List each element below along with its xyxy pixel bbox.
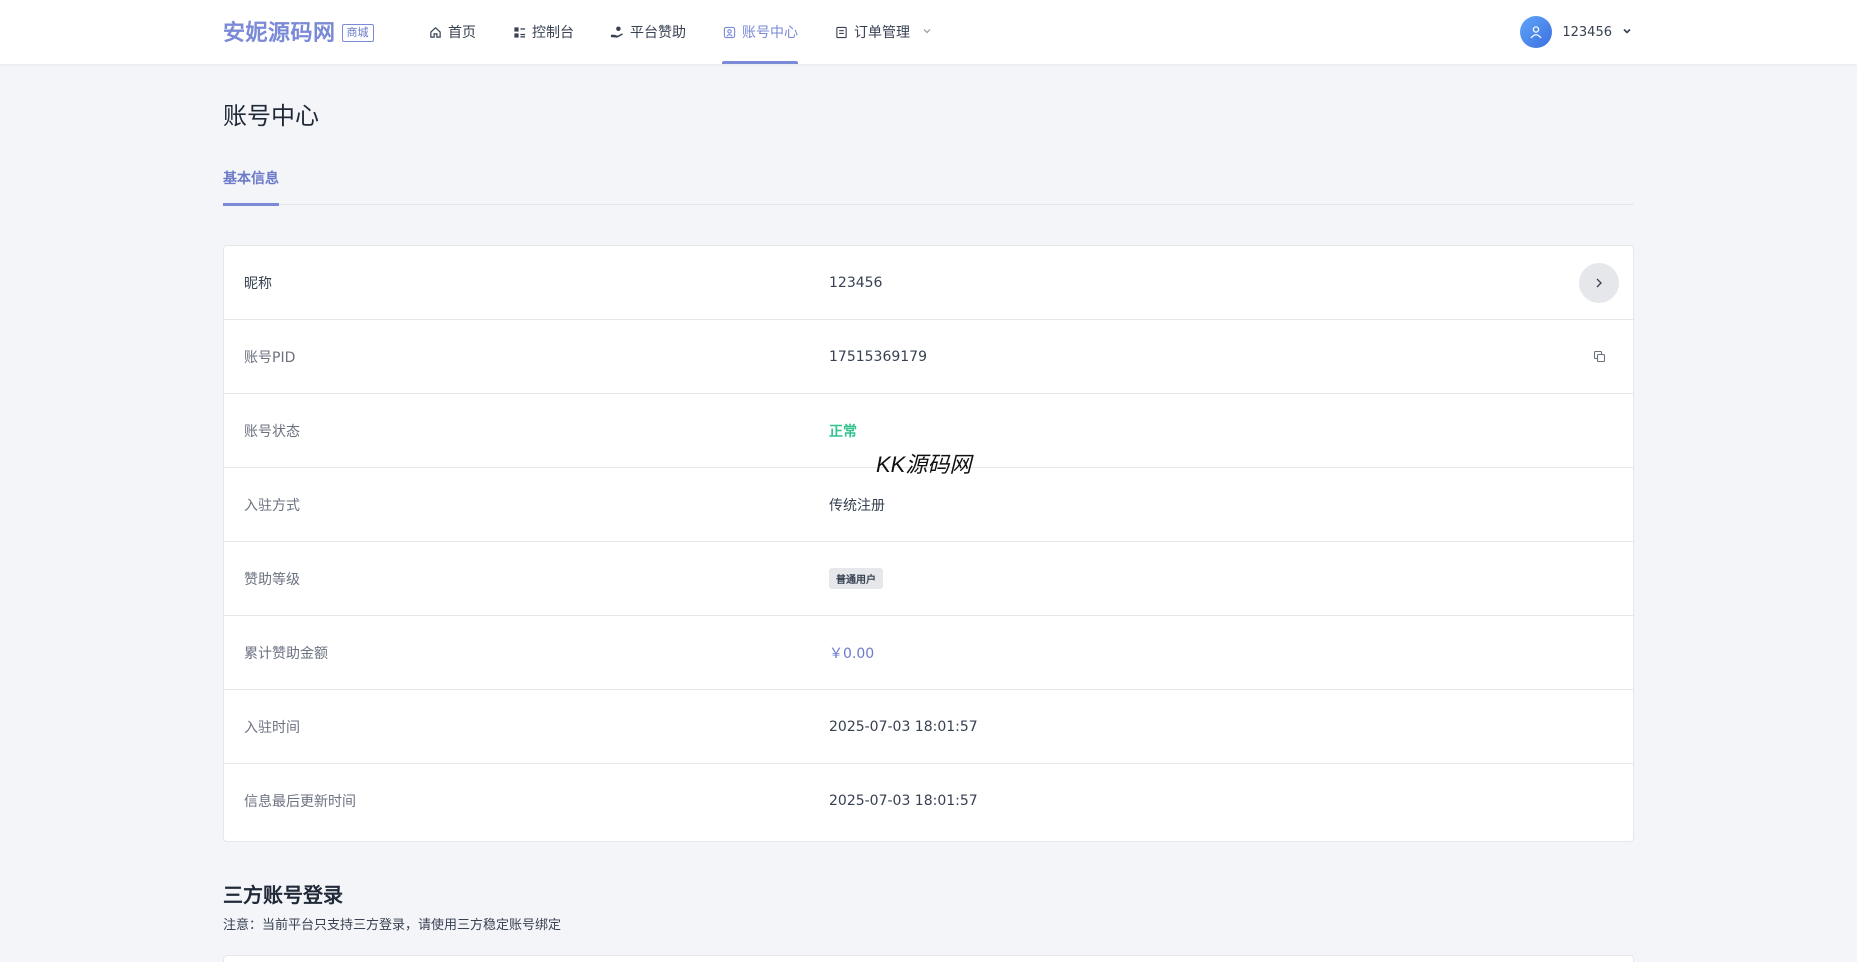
chevron-down-icon — [922, 26, 932, 39]
row-value: 传统注册 — [829, 497, 885, 514]
account-info-card: 昵称 123456 账号PID 17515369179 账号状态 正常 入驻方式… — [223, 245, 1634, 842]
brand-name: 安妮源码网 — [223, 21, 336, 46]
info-row-join-method: 入驻方式 传统注册 — [224, 468, 1633, 542]
row-value: 2025-07-03 18:01:57 — [829, 793, 978, 809]
copy-icon — [1593, 350, 1605, 363]
donate-icon — [610, 25, 624, 39]
info-row-total: 累计赞助金额 ￥0.00 — [224, 616, 1633, 690]
level-badge: 普通用户 — [829, 568, 883, 589]
row-label: 赞助等级 — [244, 571, 300, 588]
row-value: 普通用户 — [829, 568, 883, 589]
watermark: KK源码网 — [876, 452, 972, 477]
avatar — [1520, 16, 1553, 48]
nav-label-account: 账号中心 — [742, 25, 798, 41]
row-value: 2025-07-03 18:01:57 — [829, 718, 978, 735]
row-label: 信息最后更新时间 — [244, 794, 356, 810]
order-icon — [834, 25, 848, 39]
tab-basic-info[interactable]: 基本信息 — [223, 160, 279, 206]
row-value: 123456 — [829, 274, 883, 291]
user-icon — [1530, 26, 1542, 39]
nav-item-home[interactable]: 首页 — [428, 0, 476, 64]
nav-item-console[interactable]: 控制台 — [512, 0, 574, 64]
user-menu[interactable]: 123456 — [1520, 16, 1632, 48]
dashboard-icon — [512, 25, 526, 39]
info-row-nickname[interactable]: 昵称 123456 — [224, 246, 1633, 320]
info-row-updated: 信息最后更新时间 2025-07-03 18:01:57 — [224, 764, 1633, 838]
row-label: 入驻时间 — [244, 719, 300, 736]
chevron-down-icon — [1622, 26, 1632, 39]
nav-item-account[interactable]: 账号中心 — [722, 0, 798, 64]
main-nav: 首页 控制台 平台赞助 账号中心 订单管理 — [428, 0, 968, 64]
row-label: 入驻方式 — [244, 497, 300, 514]
row-label: 累计赞助金额 — [244, 645, 328, 662]
third-party-title: 三方账号登录 — [223, 883, 343, 907]
chevron-right-icon — [1596, 278, 1602, 287]
info-row-join-time: 入驻时间 2025-07-03 18:01:57 — [224, 690, 1633, 764]
third-party-note: 注意：当前平台只支持三方登录，请使用三方稳定账号绑定 — [223, 918, 562, 933]
row-label: 账号PID — [244, 349, 296, 366]
home-icon — [428, 25, 442, 39]
third-party-card — [223, 955, 1634, 962]
info-row-level: 赞助等级 普通用户 — [224, 542, 1633, 616]
top-navbar: 安妮源码网 商城 首页 控制台 平台赞助 账号中心 订单管理 123456 — [0, 0, 1857, 64]
brand-logo[interactable]: 安妮源码网 商城 — [223, 16, 374, 46]
nav-label-home: 首页 — [448, 25, 476, 41]
row-label: 账号状态 — [244, 423, 300, 440]
nav-label-orders: 订单管理 — [854, 25, 910, 41]
row-value: 17515369179 — [829, 348, 927, 365]
brand-tag: 商城 — [341, 24, 374, 42]
tab-bar: 基本信息 — [223, 160, 1634, 206]
copy-pid-button[interactable] — [1579, 337, 1619, 377]
info-row-pid: 账号PID 17515369179 — [224, 320, 1633, 394]
edit-nickname-button[interactable] — [1579, 262, 1619, 303]
status-value: 正常 — [829, 423, 857, 440]
account-icon — [722, 25, 736, 39]
nav-item-orders[interactable]: 订单管理 — [834, 0, 932, 64]
nav-item-sponsor[interactable]: 平台赞助 — [610, 0, 686, 64]
page-title: 账号中心 — [223, 102, 319, 130]
nav-label-sponsor: 平台赞助 — [630, 25, 686, 41]
row-value: ￥0.00 — [829, 645, 875, 662]
row-label: 昵称 — [244, 275, 272, 292]
user-name: 123456 — [1562, 24, 1612, 40]
nav-label-console: 控制台 — [532, 25, 574, 41]
